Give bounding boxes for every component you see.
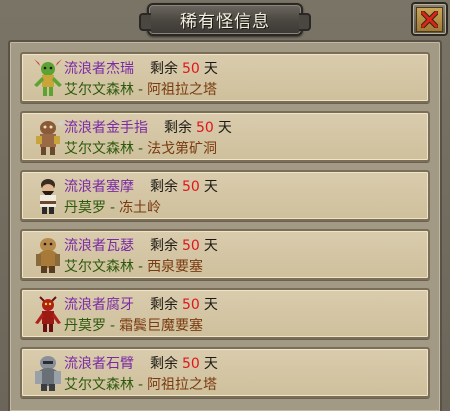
zone-name: 丹莫罗 [64,318,106,334]
close-button[interactable] [411,2,448,36]
days-value: 50 [182,238,200,254]
separator: - [138,259,144,275]
days-unit: 天 [203,297,218,313]
zone-name: 艾尔文森林 [64,377,134,393]
dwarf-bandit-icon [40,179,56,214]
kobold-miner-icon [36,120,64,155]
days-unit: 天 [217,120,232,136]
zone-name: 艾尔文森林 [64,82,134,98]
separator: - [138,141,144,157]
place-name: 冻土岭 [119,200,162,216]
monster-card[interactable]: 流浪者塞摩 剩余 50 天 丹莫罗 - 冻土岭 [20,170,430,221]
separator: - [138,377,144,393]
days-value: 50 [182,297,200,313]
days-unit: 天 [203,61,218,77]
monster-card[interactable]: 流浪者瓦瑟 剩余 50 天 艾尔文森林 - 西泉要塞 [20,229,430,280]
monster-name: 流浪者杰瑞 [64,61,134,77]
monster-name: 流浪者石臂 [64,356,134,372]
monster-card[interactable]: 流浪者金手指 剩余 50 天 艾尔文森林 - 法戈第矿洞 [20,111,430,162]
remain-label: 剩余 [150,356,178,372]
title-plate: 稀有怪信息 [139,3,311,36]
remain-label: 剩余 [150,297,178,313]
days-value: 50 [196,120,214,136]
days-value: 50 [182,356,200,372]
place-name: 阿祖拉之塔 [147,377,218,393]
green-goblin-icon [34,59,62,96]
monster-name: 流浪者金手指 [64,120,148,136]
place-name: 阿祖拉之塔 [147,82,218,98]
close-x-icon [416,6,443,32]
days-value: 50 [182,61,200,77]
days-unit: 天 [203,356,218,372]
days-unit: 天 [203,179,218,195]
zone-name: 丹莫罗 [64,200,106,216]
separator: - [110,318,116,334]
remain-label: 剩余 [150,238,178,254]
gnoll-brute-icon [36,238,60,273]
days-unit: 天 [203,238,218,254]
remain-label: 剩余 [164,120,192,136]
separator: - [138,82,144,98]
monster-name: 流浪者腐牙 [64,297,134,313]
red-troll-icon [35,296,61,332]
zone-name: 艾尔文森林 [64,259,134,275]
rare-monster-window: 稀有怪信息 流浪者杰瑞 剩余 50 天 艾尔文森林 - 阿祖拉之塔 流浪者金手指… [0,0,450,411]
monster-card[interactable]: 流浪者石臂 剩余 50 天 艾尔文森林 - 阿祖拉之塔 [20,347,430,398]
remain-label: 剩余 [150,61,178,77]
place-name: 法戈第矿洞 [147,141,218,157]
monster-name: 流浪者塞摩 [64,179,134,195]
place-name: 西泉要塞 [147,259,204,275]
days-value: 50 [182,179,200,195]
monster-name: 流浪者瓦瑟 [64,238,134,254]
place-name: 霜鬓巨魔要塞 [119,318,204,334]
armored-ogre-icon [35,356,61,391]
window-title: 稀有怪信息 [180,12,270,32]
monster-card[interactable]: 流浪者腐牙 剩余 50 天 丹莫罗 - 霜鬓巨魔要塞 [20,288,430,339]
remain-label: 剩余 [150,179,178,195]
separator: - [110,200,116,216]
zone-name: 艾尔文森林 [64,141,134,157]
monster-card[interactable]: 流浪者杰瑞 剩余 50 天 艾尔文森林 - 阿祖拉之塔 [20,52,430,103]
